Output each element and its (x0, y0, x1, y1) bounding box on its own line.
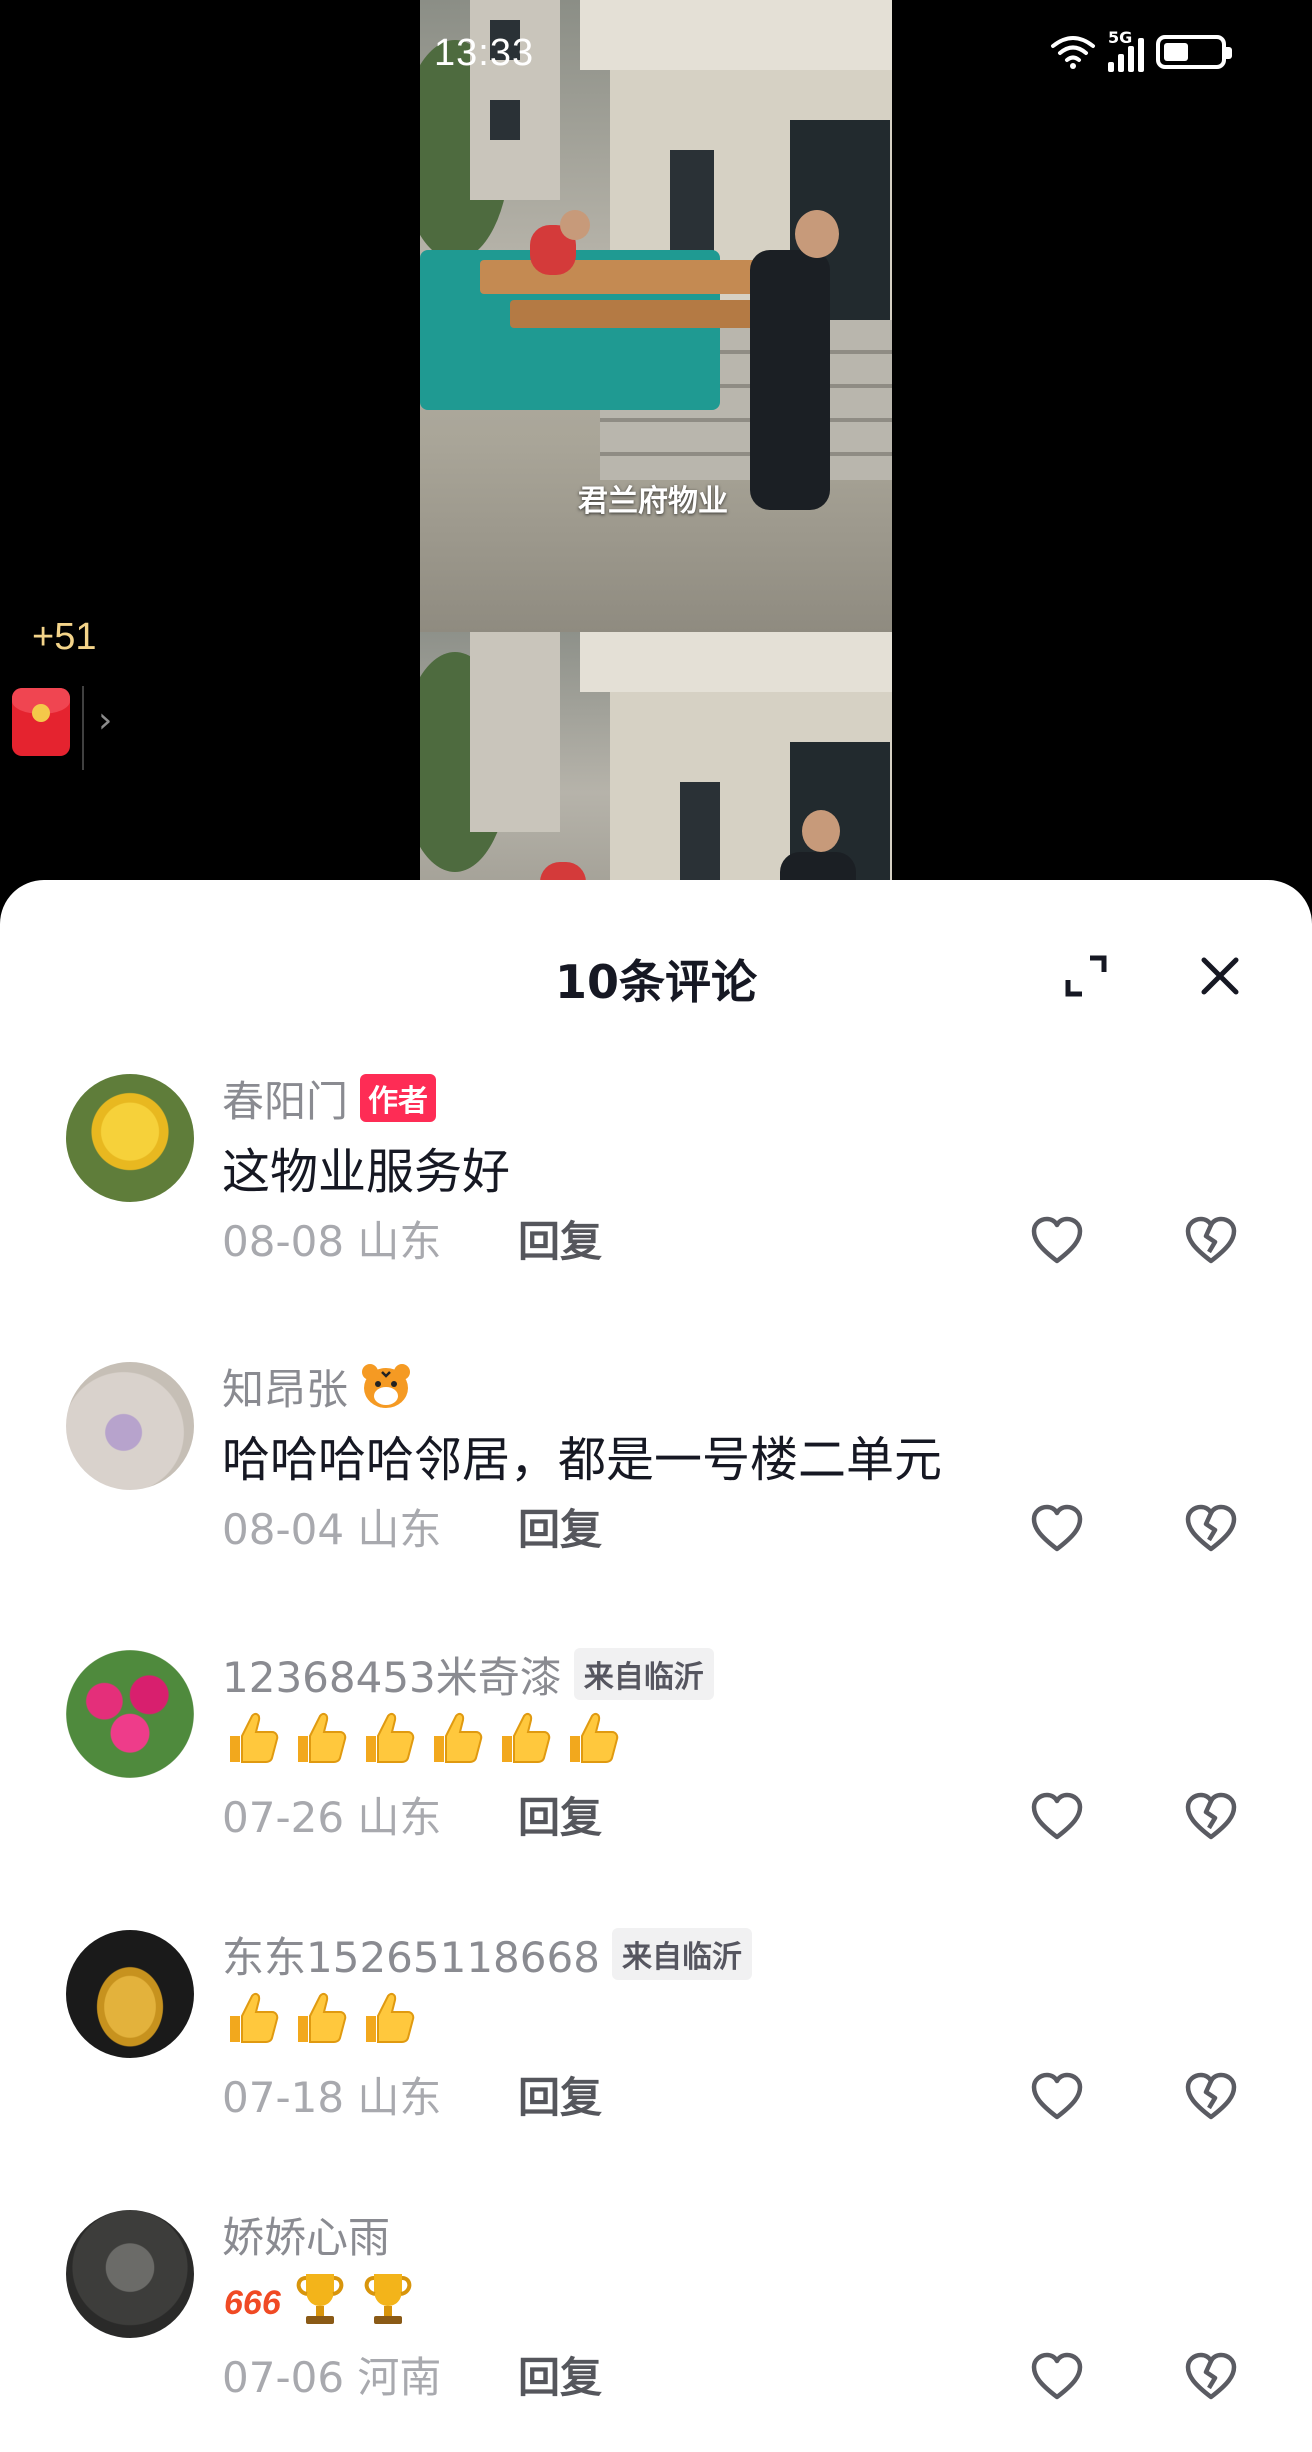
expand-icon[interactable] (1060, 950, 1112, 1002)
status-icons: 5G (1050, 28, 1232, 72)
thumbs-up-icon (562, 1708, 622, 1768)
reply-button[interactable]: 回复 (518, 1208, 602, 1269)
comment-text: 哈哈哈哈邻居，都是一号楼二单元 (222, 1432, 943, 1488)
reply-button[interactable]: 回复 (518, 2064, 602, 2125)
heart-icon[interactable] (1030, 2352, 1084, 2402)
comment-text: 这物业服务好 (222, 1144, 511, 1200)
comment-meta: 07-18 山东 (222, 2073, 442, 2122)
comment-emoji-row (222, 1708, 622, 1768)
avatar[interactable] (66, 1930, 194, 2058)
thumbs-up-icon (222, 1708, 282, 1768)
broken-heart-icon[interactable] (1184, 1216, 1238, 1266)
comment-meta: 07-26 山东 (222, 1793, 442, 1842)
red-packet-count: +51 (32, 616, 97, 658)
author-badge: 作者 (360, 1074, 437, 1122)
comment-item: 春阳门 作者 这物业服务好 08-08 山东 回复 (0, 1074, 1312, 1304)
avatar[interactable] (66, 1074, 194, 1202)
thumbs-up-icon (358, 1988, 418, 2048)
thumbs-up-icon (290, 1708, 350, 1768)
location-badge: 来自临沂 (611, 1928, 752, 1980)
status-time: 13:33 (434, 32, 535, 74)
comments-title: 10条评论 (554, 955, 757, 1009)
reply-button[interactable]: 回复 (518, 2344, 602, 2405)
comment-meta: 08-04 山东 (222, 1505, 442, 1554)
video-frame-top: 君兰府物业 (420, 0, 892, 632)
comment-item: 东东15265118668 来自临沂 07-18 山东 回复 (0, 1928, 1312, 2160)
comment-item: 知昂张 哈哈哈哈邻居，都是一号楼二单元 08-04 山东 回复 (0, 1362, 1312, 1592)
comment-emoji-row: 666 (222, 2268, 418, 2328)
avatar[interactable] (66, 1650, 194, 1778)
broken-heart-icon[interactable] (1184, 1792, 1238, 1842)
comment-username[interactable]: 知昂张 (222, 1356, 348, 1417)
video-frame-bottom (420, 632, 892, 900)
broken-heart-icon[interactable] (1184, 2352, 1238, 2402)
heart-icon[interactable] (1030, 2072, 1084, 2122)
thumbs-up-icon (290, 1988, 350, 2048)
reply-button[interactable]: 回复 (518, 1784, 602, 1845)
divider (82, 686, 84, 770)
trophy-icon (358, 2268, 418, 2328)
comment-meta: 07-06 河南 (222, 2353, 442, 2402)
red-packet-icon[interactable] (12, 688, 70, 756)
heart-icon[interactable] (1030, 1792, 1084, 1842)
comment-meta: 08-08 山东 (222, 1217, 442, 1266)
comment-item: 12368453米奇漆 来自临沂 07-26 山东 回复 (0, 1648, 1312, 1880)
comment-username[interactable]: 春阳门 (222, 1068, 348, 1129)
chevron-right-icon[interactable]: › (98, 700, 112, 741)
location-badge: 来自临沂 (573, 1648, 714, 1700)
video-watermark: 君兰府物业 (578, 484, 728, 519)
network-type-label: 5G (1108, 28, 1133, 47)
broken-heart-icon[interactable] (1184, 1504, 1238, 1554)
comment-username[interactable]: 娇娇心雨 (222, 2204, 390, 2265)
avatar[interactable] (66, 2210, 194, 2338)
avatar[interactable] (66, 1362, 194, 1490)
thumbs-up-icon (222, 1988, 282, 2048)
broken-heart-icon[interactable] (1184, 2072, 1238, 2122)
six-six-six-icon: 666 (222, 2268, 282, 2328)
phone-screen: 君兰府物业 13:33 5G +51 › 10条评论 春阳门 作者 这物业服务好… (0, 0, 1312, 2452)
trophy-icon (290, 2268, 350, 2328)
thumbs-up-icon (358, 1708, 418, 1768)
thumbs-up-icon (426, 1708, 486, 1768)
comment-item: 娇娇心雨 666 07-06 河南 回复 (0, 2210, 1312, 2440)
heart-icon[interactable] (1030, 1216, 1084, 1266)
svg-text:666: 666 (224, 2284, 282, 2322)
thumbs-up-icon (494, 1708, 554, 1768)
comments-sheet: 10条评论 春阳门 作者 这物业服务好 08-08 山东 回复 知昂张 哈哈哈哈… (0, 880, 1312, 2452)
cellular-signal-icon: 5G (1108, 28, 1144, 72)
reply-button[interactable]: 回复 (518, 1496, 602, 1557)
tiger-emoji-icon (360, 1362, 412, 1410)
close-icon[interactable] (1194, 950, 1246, 1002)
comment-emoji-row (222, 1988, 418, 2048)
comment-username[interactable]: 东东15265118668 (222, 1924, 600, 1985)
battery-icon (1156, 35, 1232, 69)
wifi-icon (1050, 34, 1096, 70)
heart-icon[interactable] (1030, 1504, 1084, 1554)
comment-username[interactable]: 12368453米奇漆 (222, 1644, 562, 1705)
video-player[interactable]: 君兰府物业 (420, 0, 892, 900)
